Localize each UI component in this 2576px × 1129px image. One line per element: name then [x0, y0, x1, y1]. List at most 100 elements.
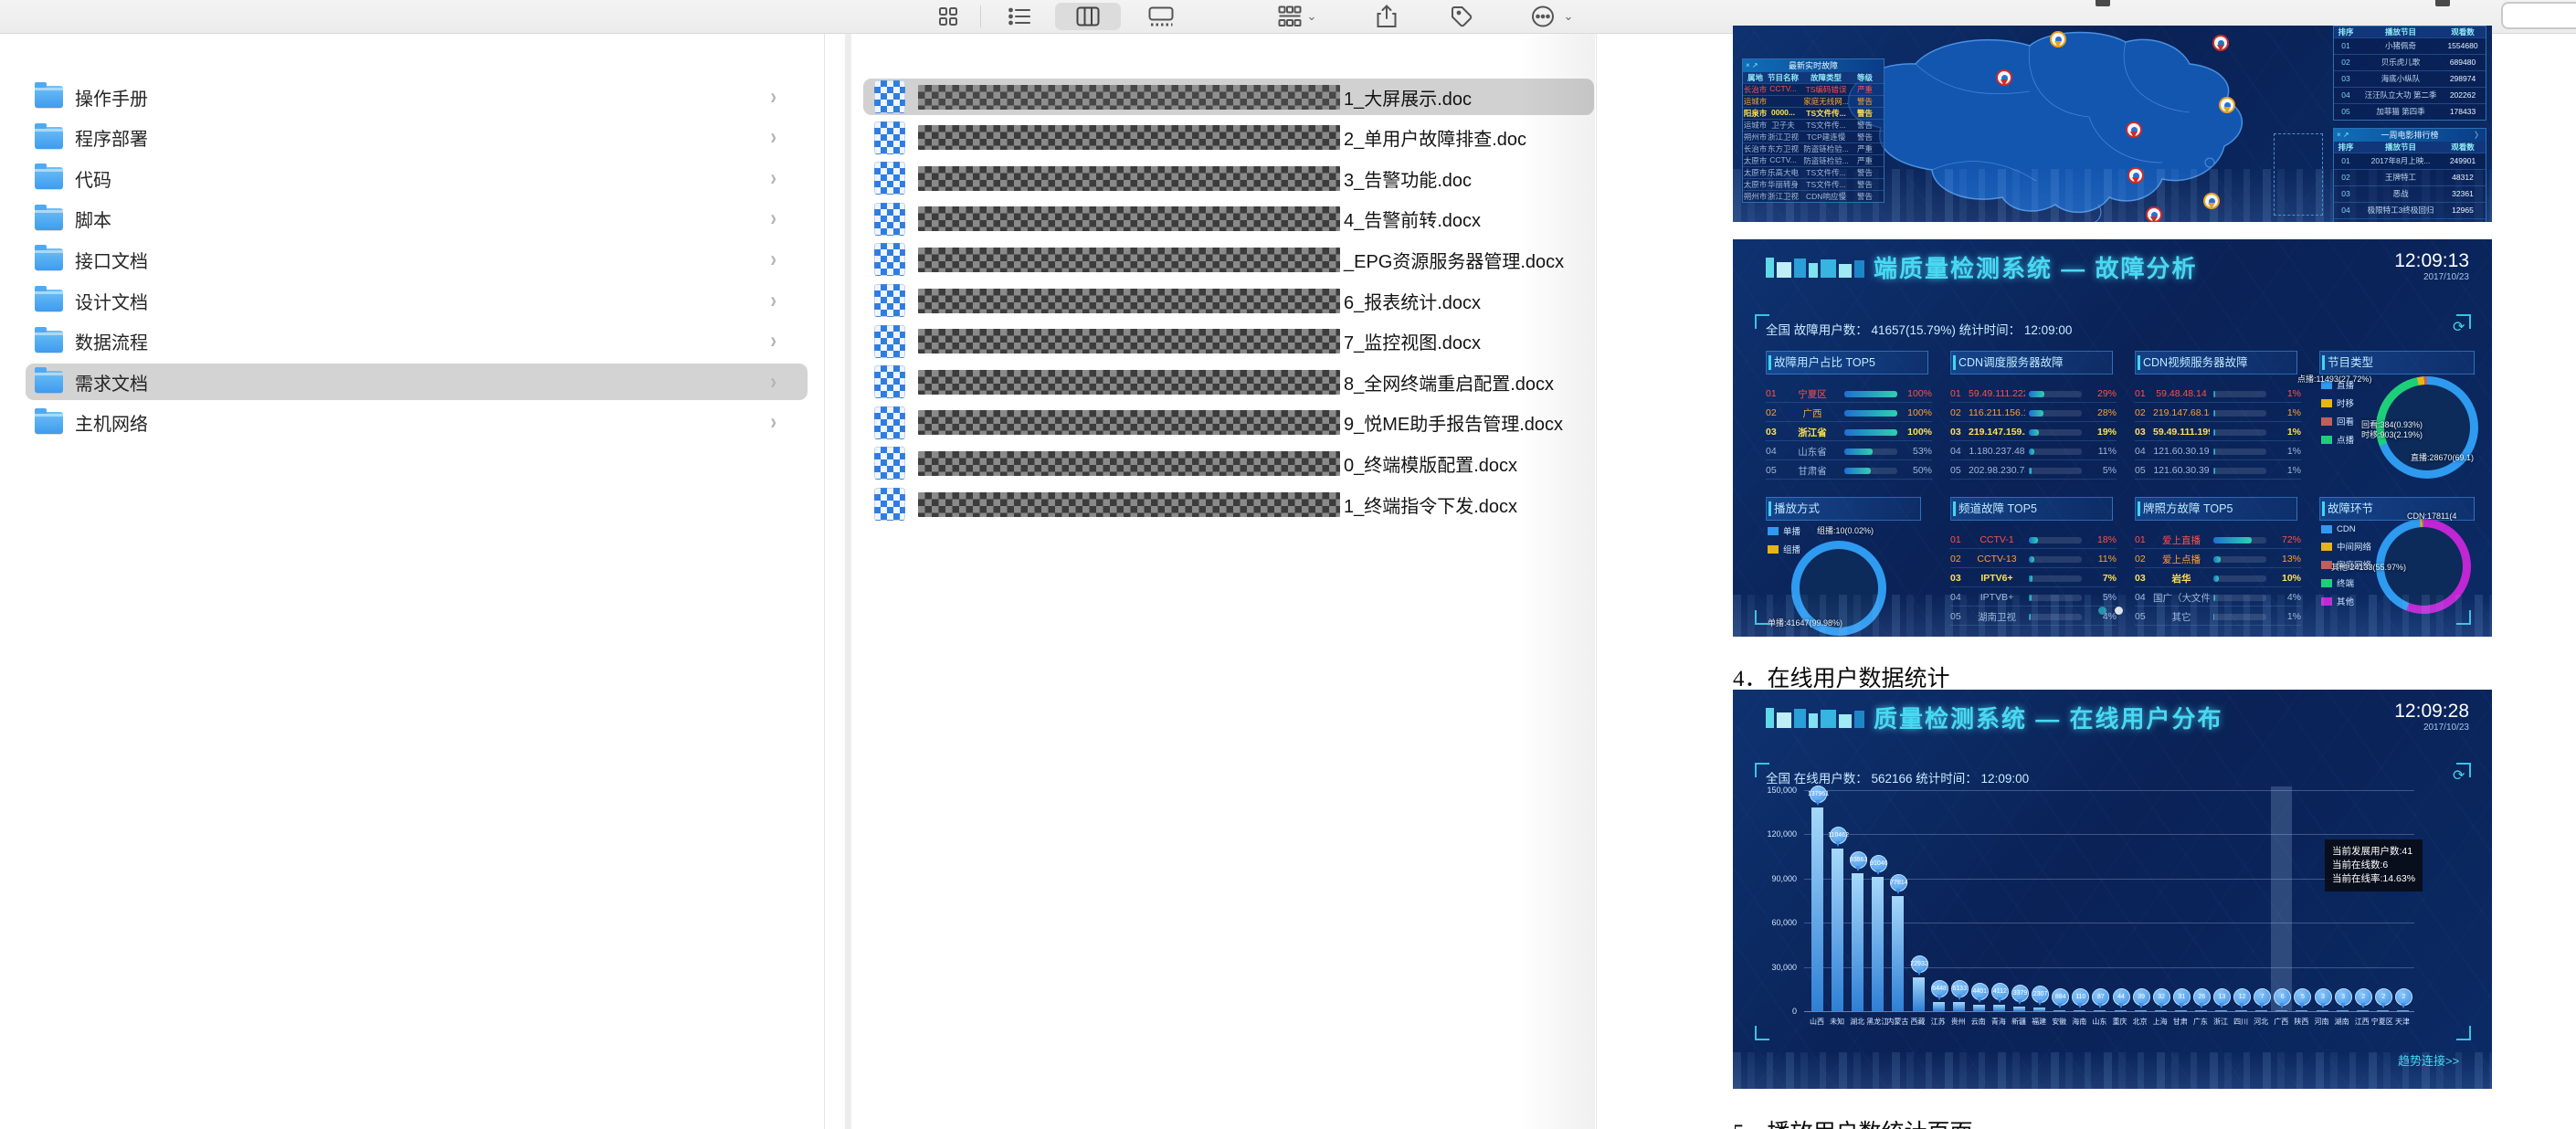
file-row[interactable]: 2_单用户故障排查.doc	[874, 118, 1594, 158]
rank-row: 04山东省53%	[1766, 443, 1932, 460]
bar-value-balloon: 26	[2193, 988, 2211, 1006]
group-by-icon[interactable]: ⌄	[1277, 3, 1317, 30]
bar-value-balloon: 22932	[1911, 955, 1928, 973]
table-cell: 浙江卫视	[1768, 132, 1799, 142]
table-cell: 03	[2334, 71, 2358, 87]
rank-pct: 1%	[2270, 446, 2301, 457]
map-pin-orange[interactable]	[2203, 193, 2220, 209]
bar-value-balloon: 93863	[1850, 851, 1867, 869]
close-icon[interactable]: × ↗	[1746, 59, 1758, 72]
bar[interactable]	[1953, 1002, 1965, 1011]
column-view-icon[interactable]	[1055, 3, 1121, 30]
table-cell: 05	[2334, 104, 2358, 120]
table-cell	[1768, 96, 1799, 107]
bar[interactable]	[1872, 877, 1884, 1011]
folder-label: 主机网络	[75, 409, 148, 436]
share-icon[interactable]	[1367, 3, 1407, 30]
file-name: 2_单用户故障排查.doc	[1344, 124, 1526, 151]
file-row[interactable]: 9_悦ME助手报告管理.docx	[874, 403, 1594, 443]
table-cell: CDN响应慢	[1799, 191, 1853, 202]
file-row[interactable]: 7_监控视图.docx	[874, 322, 1594, 362]
map-pin-orange[interactable]	[2050, 31, 2066, 47]
rank-row: 05202.98.230.785%	[1950, 462, 2117, 480]
sidebar-item-数据流程[interactable]: 数据流程›	[35, 322, 808, 362]
bar[interactable]	[1973, 1005, 1985, 1011]
file-row[interactable]: 3_告警功能.doc	[874, 158, 1594, 198]
folder-label: 需求文档	[75, 369, 148, 396]
sidebar-item-程序部署[interactable]: 程序部署›	[35, 118, 808, 158]
rank-row: 02爱上点播13%	[2135, 551, 2301, 568]
rank-bar-fill	[2029, 429, 2039, 436]
bar[interactable]	[1892, 896, 1904, 1011]
table-cell: CCTV...	[1768, 84, 1799, 95]
panel-title: CDN调度服务器故障	[1950, 351, 2113, 375]
word-doc-icon	[874, 365, 905, 398]
rank-pct: 28%	[2085, 407, 2117, 418]
bar[interactable]	[1933, 1002, 1945, 1011]
rank-name: 59.48.48.14	[2153, 388, 2210, 399]
map-pin-red[interactable]	[2146, 206, 2162, 222]
search-field[interactable]	[2501, 2, 2576, 29]
x-axis-label: 河南	[2311, 1017, 2333, 1027]
close-icon[interactable]: × ↗	[2337, 129, 2349, 142]
doc-heading-5: 5．播放用户数统计页面	[1733, 1114, 1973, 1129]
bar[interactable]	[1811, 807, 1823, 1011]
bar[interactable]	[1913, 977, 1925, 1011]
sidebar-item-需求文档[interactable]: 需求文档›	[35, 362, 808, 402]
chevron-right-icon: ›	[770, 288, 776, 314]
scrollbar[interactable]	[845, 34, 851, 1129]
file-row[interactable]: 4_告警前转.docx	[874, 199, 1594, 239]
x-axis-label: 山西	[1806, 1017, 1828, 1027]
table-cell: 严重	[1853, 155, 1876, 166]
file-row[interactable]: 6_报表统计.docx	[874, 280, 1594, 321]
gallery-view-icon[interactable]	[1140, 3, 1182, 30]
file-row[interactable]: 1_终端指令下发.docx	[874, 484, 1594, 524]
sidebar-item-代码[interactable]: 代码›	[35, 158, 808, 198]
rank-number: 01	[2135, 388, 2153, 399]
rank-pct: 1%	[2270, 407, 2301, 418]
map-pin-red[interactable]	[2127, 167, 2144, 184]
column-divider[interactable]	[824, 34, 825, 1129]
rank-bar	[2213, 448, 2266, 455]
table-cell: 05	[2334, 219, 2358, 222]
table-cell: 01	[2334, 153, 2358, 169]
city-skyline	[1733, 1052, 2492, 1089]
more-icon[interactable]: 〉	[2475, 129, 2483, 142]
rank-bar	[2213, 556, 2266, 563]
rank-number: 04	[2135, 446, 2153, 457]
table-cell: TS文件传...	[1799, 108, 1853, 119]
sidebar-item-主机网络[interactable]: 主机网络›	[35, 403, 808, 443]
map-pin-red[interactable]	[2212, 35, 2229, 51]
more-circle-icon[interactable]: ⌄	[1520, 3, 1584, 30]
sidebar-item-操作手册[interactable]: 操作手册›	[35, 77, 808, 117]
bar-value-balloon: 2	[2395, 988, 2412, 1006]
x-axis-label: 广东	[2190, 1017, 2212, 1027]
tag-icon[interactable]	[1441, 3, 1482, 30]
folder-icon	[35, 331, 63, 353]
bar[interactable]	[1852, 873, 1863, 1011]
chevron-right-icon: ›	[770, 165, 776, 192]
panel-title: 牌照方故障 TOP5	[2135, 497, 2297, 521]
x-axis-label: 湖北	[1846, 1017, 1868, 1027]
table-cell: 王牌特工	[2358, 170, 2444, 185]
x-axis-label: 福建	[2028, 1017, 2050, 1027]
file-row[interactable]: _EPG资源服务器管理.docx	[874, 239, 1594, 280]
rank-bar	[1844, 448, 1897, 455]
list-view-icon[interactable]	[1000, 3, 1039, 30]
file-row[interactable]: 0_终端模版配置.docx	[874, 443, 1594, 483]
map-pin-red[interactable]	[1996, 69, 2012, 86]
map-pin-red[interactable]	[2126, 121, 2142, 138]
file-row[interactable]: 1_大屏展示.doc	[874, 77, 1594, 117]
x-axis-label: 广西	[2270, 1017, 2292, 1027]
bar[interactable]	[1832, 849, 1843, 1011]
grid-view-icon[interactable]	[930, 3, 966, 30]
table-cell: 298974	[2444, 71, 2482, 87]
map-pin-orange[interactable]	[2219, 97, 2235, 113]
rank-row: 05121.60.30.391%	[2135, 462, 2301, 480]
table-cell: 防盗链检验...	[1799, 155, 1853, 166]
file-row[interactable]: 8_全网终端重启配置.docx	[874, 362, 1594, 402]
sidebar-item-设计文档[interactable]: 设计文档›	[35, 280, 808, 321]
sidebar-item-接口文档[interactable]: 接口文档›	[35, 239, 808, 280]
sidebar-item-脚本[interactable]: 脚本›	[35, 199, 808, 239]
column-header: 观看数	[2444, 26, 2482, 37]
